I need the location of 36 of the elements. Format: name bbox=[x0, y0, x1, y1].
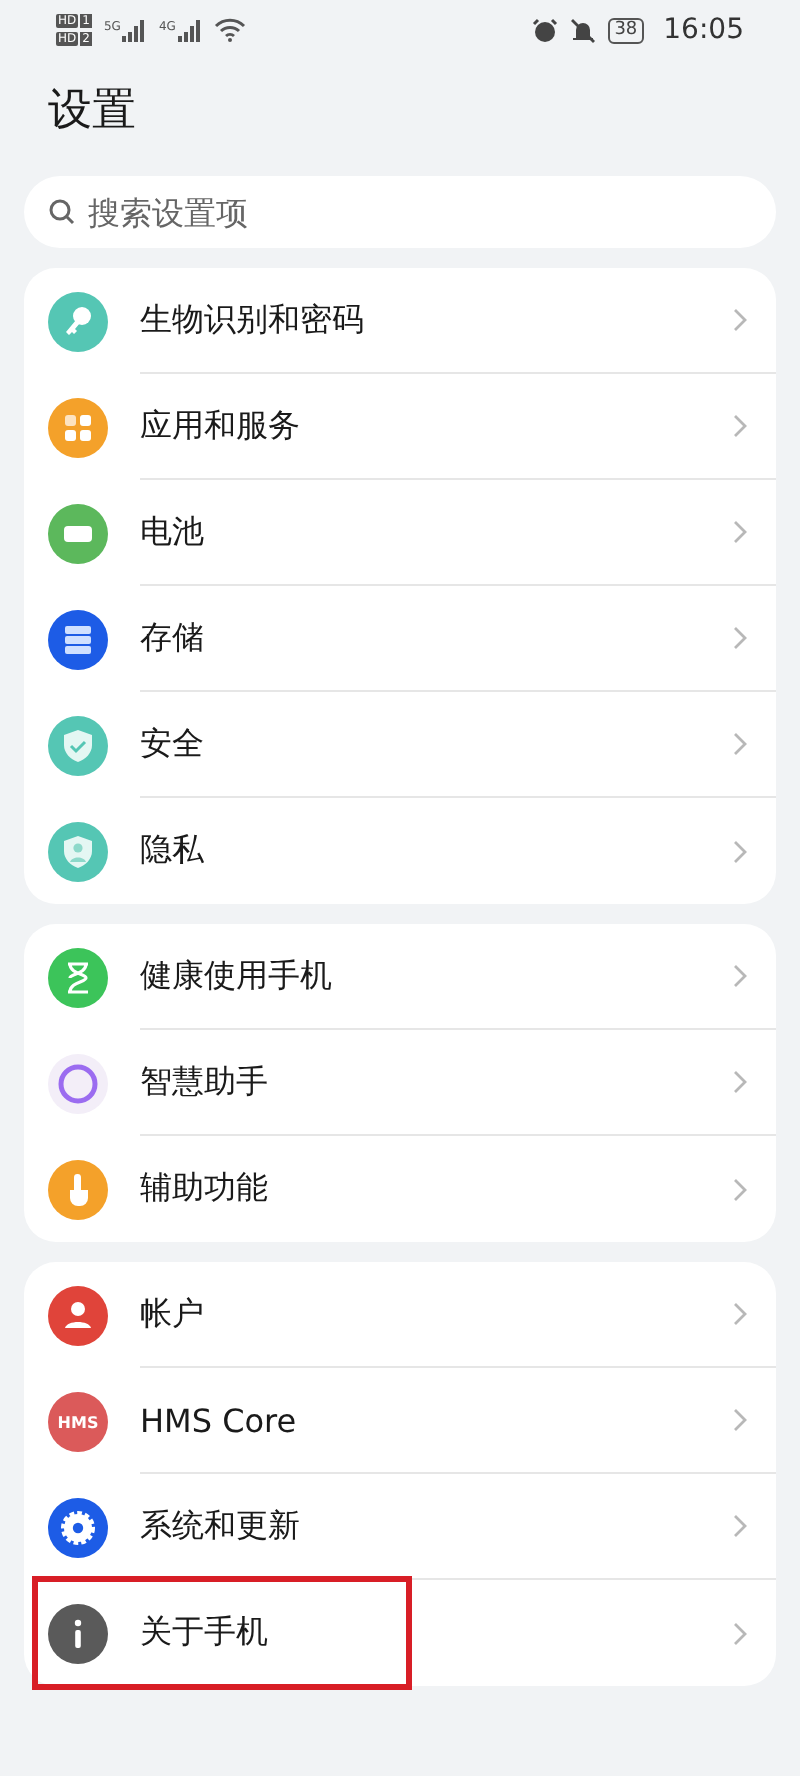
settings-item[interactable]: 隐私 bbox=[48, 798, 776, 904]
settings-item[interactable]: 关于手机 bbox=[48, 1580, 776, 1686]
settings-item[interactable]: 辅助功能 bbox=[48, 1136, 776, 1242]
settings-item[interactable]: 系统和更新 bbox=[48, 1474, 776, 1580]
muted-bell-icon bbox=[570, 17, 597, 43]
settings-item[interactable]: 安全 bbox=[48, 692, 776, 798]
chevron-icon bbox=[732, 732, 748, 756]
chevron-icon bbox=[732, 626, 748, 650]
settings-item[interactable]: 应用和服务 bbox=[48, 374, 776, 480]
chevron-icon bbox=[732, 1408, 748, 1432]
hms-logo-icon: HMS bbox=[48, 1391, 108, 1451]
settings-item[interactable]: 智慧助手 bbox=[48, 1030, 776, 1136]
settings-item[interactable]: 帐户 bbox=[48, 1262, 776, 1368]
chevron-icon bbox=[732, 1070, 748, 1094]
chevron-icon bbox=[732, 1514, 748, 1538]
wifi-icon bbox=[213, 18, 246, 42]
chevron-icon bbox=[732, 839, 748, 863]
clock: 16:05 bbox=[663, 14, 744, 46]
settings-item[interactable]: HMS HMS Core bbox=[48, 1368, 776, 1474]
chevron-icon bbox=[732, 964, 748, 988]
signal-icon bbox=[122, 19, 147, 41]
alarm-icon bbox=[532, 17, 559, 43]
search-field[interactable]: 搜索设置项 bbox=[24, 176, 776, 248]
settings-item[interactable]: 电池 bbox=[48, 480, 776, 586]
settings-item[interactable]: 生物识别和密码 bbox=[48, 268, 776, 374]
chevron-icon bbox=[732, 520, 748, 544]
chevron-icon bbox=[732, 1177, 748, 1201]
chevron-icon bbox=[732, 1621, 748, 1645]
signal-icon bbox=[177, 19, 202, 41]
chevron-icon bbox=[732, 414, 748, 438]
page-title: 设置 bbox=[48, 84, 138, 140]
battery-icon: 38 bbox=[608, 17, 644, 43]
settings-item[interactable]: 存储 bbox=[48, 586, 776, 692]
chevron-icon bbox=[732, 1302, 748, 1326]
settings-item[interactable]: 健康使用手机 bbox=[48, 924, 776, 1030]
chevron-icon bbox=[732, 308, 748, 332]
